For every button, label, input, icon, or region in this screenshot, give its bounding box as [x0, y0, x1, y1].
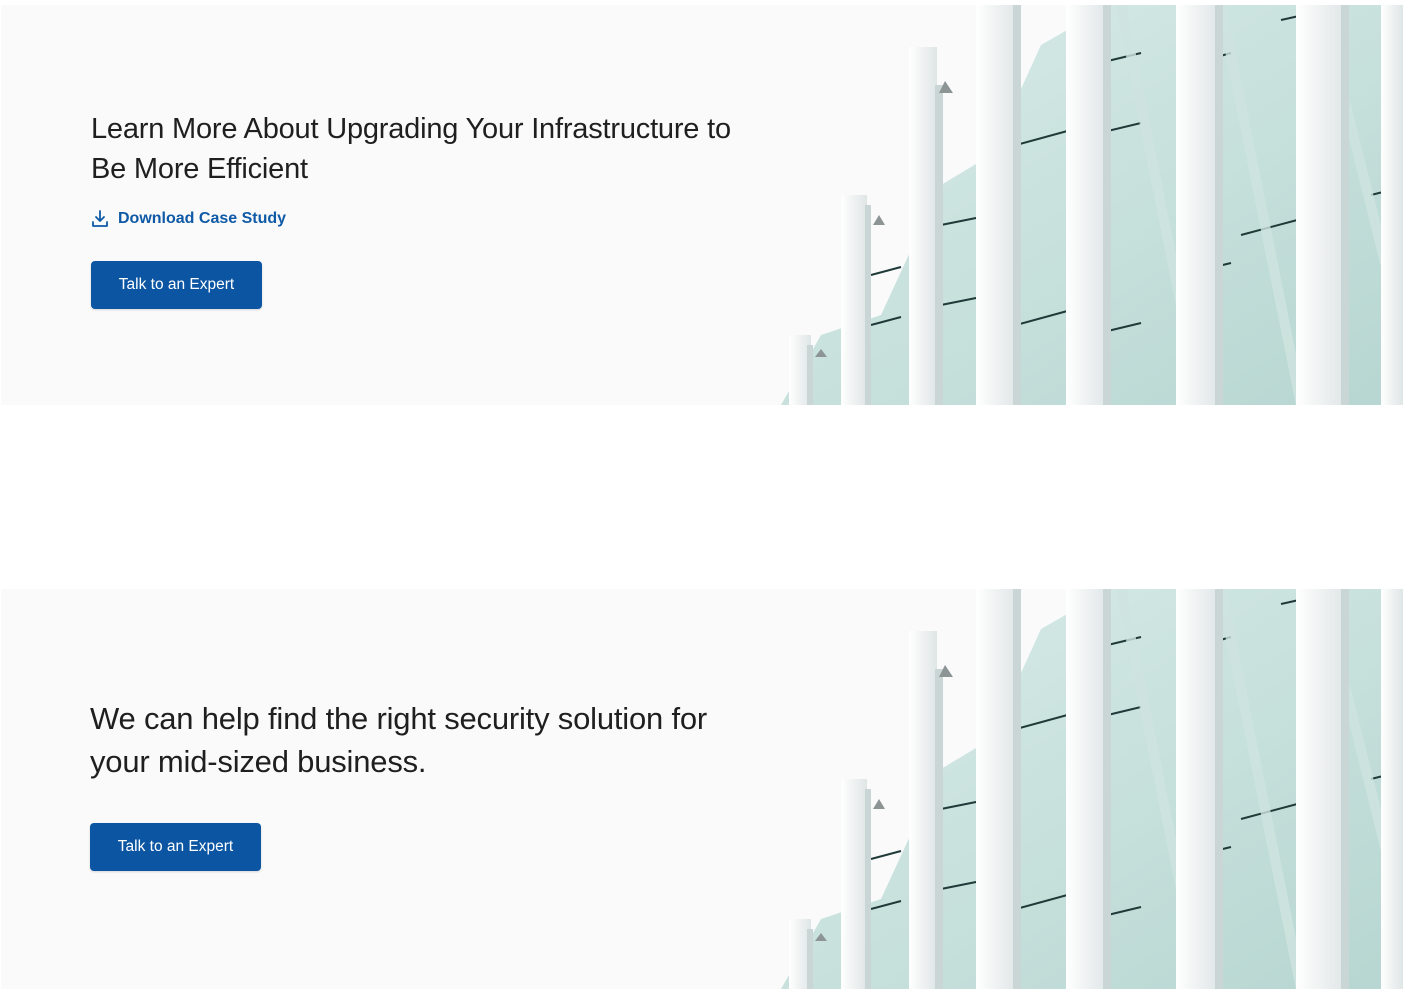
- banner-headline: We can help find the right security solu…: [90, 701, 708, 779]
- banner-headline: Learn More About Upgrading Your Infrastr…: [91, 113, 731, 185]
- download-link-label: Download Case Study: [118, 210, 287, 227]
- building-facade-image: [781, 5, 1403, 405]
- security-banner: We can help find the right security solu…: [1, 589, 1403, 989]
- download-icon: [92, 210, 108, 227]
- building-facade-image: [781, 589, 1403, 989]
- talk-to-expert-button[interactable]: Talk to an Expert: [90, 823, 261, 871]
- talk-to-expert-button[interactable]: Talk to an Expert: [91, 261, 262, 309]
- infrastructure-banner: Learn More About Upgrading Your Infrastr…: [1, 5, 1403, 405]
- download-case-study-link[interactable]: Download Case Study: [91, 210, 286, 228]
